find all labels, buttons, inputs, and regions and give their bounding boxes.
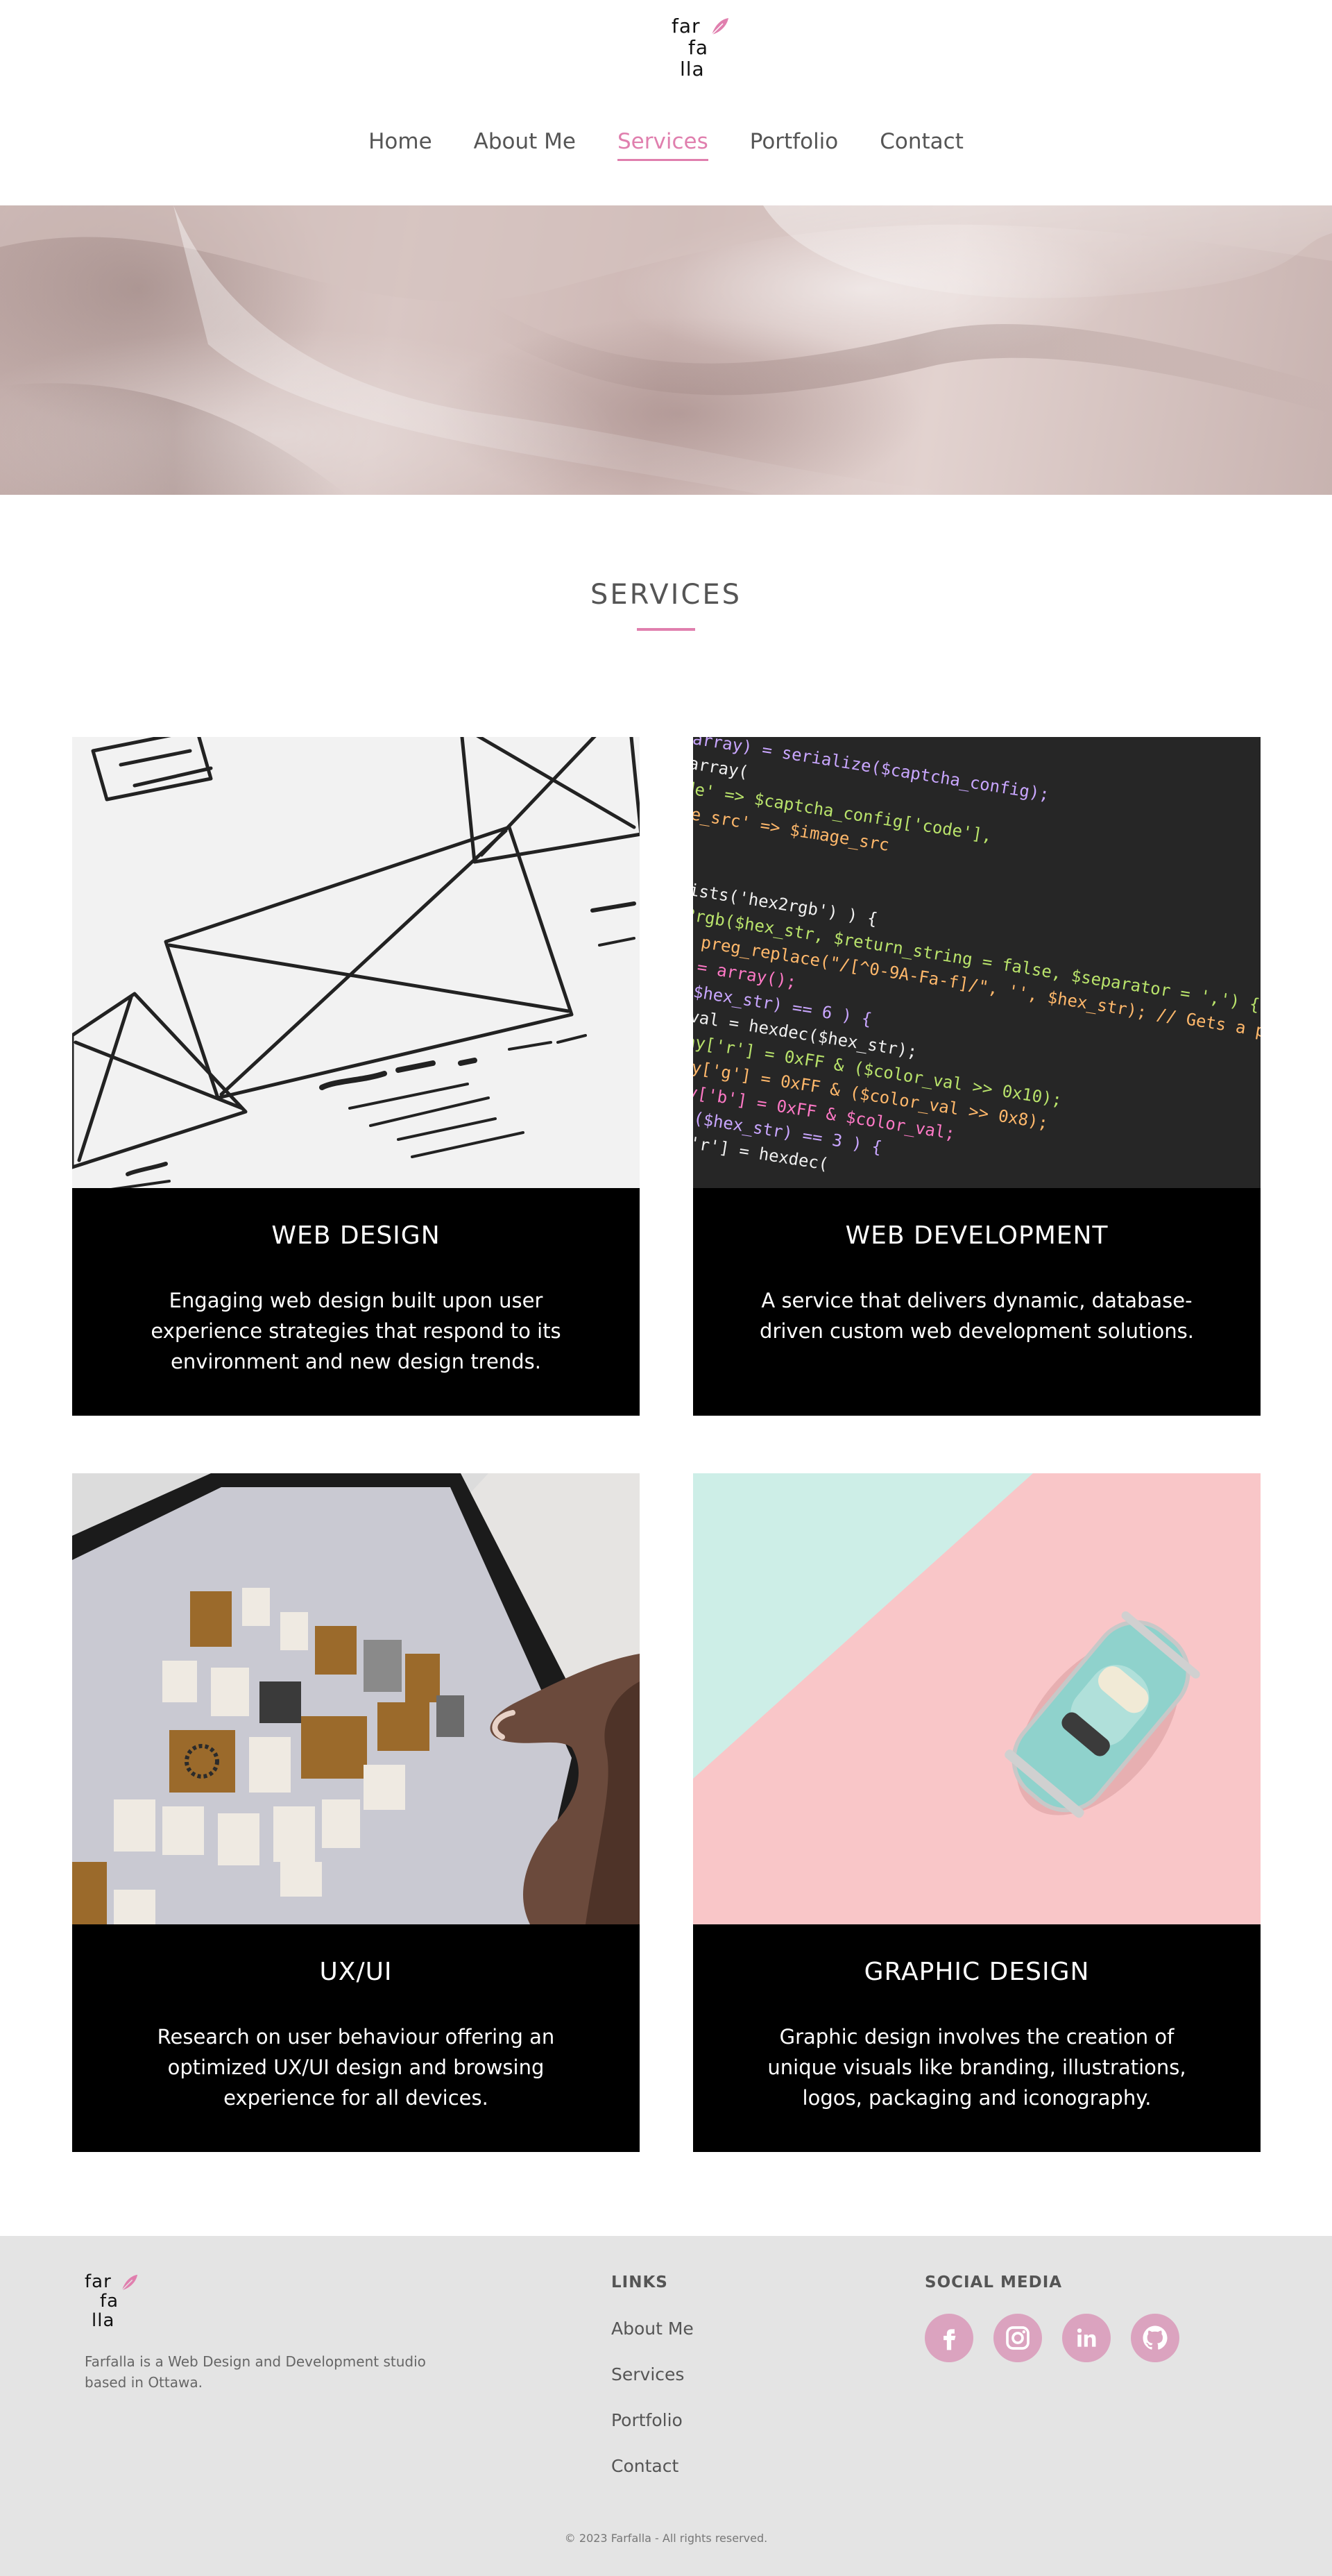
copyright: © 2023 Farfalla - All rights reserved.: [564, 2532, 768, 2545]
site-footer: far fa lla Farfalla is a Web Design and …: [0, 2236, 1332, 2576]
logo-line-2: fa: [688, 36, 709, 59]
footer-link-contact[interactable]: Contact: [611, 2455, 694, 2501]
links-heading: LINKS: [611, 2273, 668, 2291]
tablet-in-hand-image: [72, 1473, 640, 1924]
service-card-ux-ui[interactable]: UX/UI Research on user behaviour offerin…: [72, 1473, 640, 2152]
card-description: A service that delivers dynamic, databas…: [760, 1289, 1194, 1343]
nav-contact[interactable]: Contact: [880, 129, 964, 158]
silk-folds-image: [0, 205, 1332, 495]
footer-about-text: Farfalla is a Web Design and Development…: [85, 2353, 426, 2391]
nav-services[interactable]: Services: [617, 129, 708, 161]
nav-about-me[interactable]: About Me: [474, 129, 576, 158]
social-heading: SOCIAL MEDIA: [925, 2273, 1063, 2291]
social-icons: [925, 2314, 1179, 2362]
card-description: Engaging web design built upon user expe…: [151, 1289, 561, 1373]
logo-wordmark: far fa lla: [85, 2272, 119, 2330]
logo[interactable]: far fa lla: [672, 15, 730, 85]
card-description: Research on user behaviour offering an o…: [157, 2025, 555, 2110]
footer-link-services[interactable]: Services: [611, 2364, 694, 2409]
heading-underline: [637, 628, 695, 631]
main-nav: Home About Me Services Portfolio Contact: [0, 129, 1332, 161]
hero-silk-banner: [0, 205, 1332, 495]
toy-car-image: [693, 1473, 1261, 1924]
nav-portfolio[interactable]: Portfolio: [750, 129, 839, 158]
github-icon[interactable]: [1131, 2314, 1179, 2362]
linkedin-icon[interactable]: [1062, 2314, 1111, 2362]
footer-links: About Me Services Portfolio Contact: [611, 2318, 694, 2501]
logo-line-1: far: [85, 2271, 112, 2292]
service-card-graphic-design[interactable]: GRAPHIC DESIGN Graphic design involves t…: [693, 1473, 1261, 2152]
wireframe-sketch-image: [72, 737, 640, 1188]
card-title: UX/UI: [319, 1958, 393, 1986]
code-lines: array) = serialize($captcha_config);arra…: [693, 737, 1261, 1174]
code-line: array(: [693, 754, 750, 782]
card-title: GRAPHIC DESIGN: [864, 1958, 1090, 1986]
service-card-web-development[interactable]: array) = serialize($captcha_config); arra…: [693, 737, 1261, 1416]
services-heading: SERVICES: [590, 579, 742, 611]
footer-link-portfolio[interactable]: Portfolio: [611, 2409, 694, 2455]
service-card-web-design[interactable]: WEB DESIGN Engaging web design built upo…: [72, 737, 640, 1416]
facebook-icon[interactable]: [925, 2314, 973, 2362]
butterfly-wing-icon: [121, 2274, 138, 2291]
card-title: WEB DESIGN: [271, 1221, 441, 1250]
footer-link-about-me[interactable]: About Me: [611, 2318, 694, 2364]
footer-logo[interactable]: far fa lla: [85, 2272, 140, 2339]
logo-wordmark: far fa lla: [672, 15, 708, 80]
card-title: WEB DEVELOPMENT: [845, 1221, 1109, 1250]
logo-line-3: lla: [680, 58, 705, 80]
instagram-icon[interactable]: [993, 2314, 1042, 2362]
logo-line-1: far: [672, 15, 701, 37]
logo-line-2: fa: [100, 2291, 119, 2312]
logo-line-3: lla: [92, 2310, 115, 2331]
butterfly-wing-icon: [711, 18, 728, 35]
card-description: Graphic design involves the creation of …: [767, 2025, 1186, 2110]
nav-home[interactable]: Home: [368, 129, 432, 158]
code-editor-image: array) = serialize($captcha_config); arra…: [693, 737, 1261, 1188]
site-header: far fa lla Home About Me Services Portfo…: [0, 0, 1332, 205]
